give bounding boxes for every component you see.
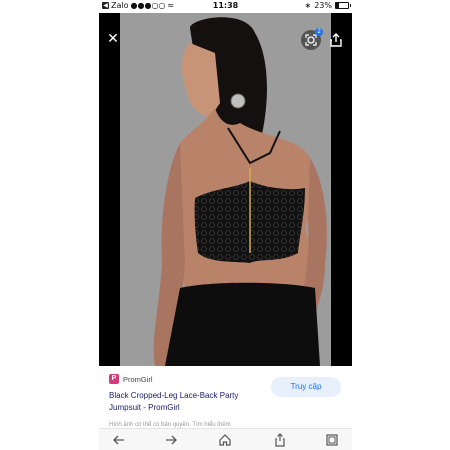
visit-button[interactable]: Truy cập (271, 377, 341, 397)
lens-icon (305, 34, 317, 46)
arrow-right-icon[interactable] (164, 433, 178, 447)
browser-toolbar (99, 428, 352, 450)
source-name: PromGirl (123, 374, 153, 384)
battery-icon (335, 2, 351, 9)
lens-button[interactable]: 2 (301, 28, 323, 50)
share-icon[interactable] (273, 433, 287, 447)
image-viewer[interactable]: ✕ 2 (99, 13, 352, 366)
source-row[interactable]: P PromGirl (109, 374, 153, 384)
product-photo[interactable] (120, 13, 331, 366)
photo-illustration (153, 17, 327, 366)
battery-fill (336, 3, 339, 8)
share-icon[interactable] (328, 32, 344, 48)
battery-percent: 23% (314, 1, 332, 10)
status-bar: ◀ Zalo ●●●○○ ≈ 11:38 ∗ 23% (99, 0, 352, 12)
status-right: ∗ 23% (304, 1, 351, 10)
lens-badge: 2 (315, 28, 323, 36)
close-icon[interactable]: ✕ (105, 30, 121, 46)
arrow-left-icon[interactable] (112, 433, 126, 447)
bluetooth-icon: ∗ (304, 1, 312, 10)
promgirl-logo-icon: P (109, 374, 119, 384)
result-title[interactable]: Black Cropped-Leg Lace-Back Party Jumpsu… (109, 390, 269, 414)
browser-screen: ◀ Zalo ●●●○○ ≈ 11:38 ∗ 23% ✕ 2 P PromGir… (99, 0, 352, 450)
home-icon[interactable] (218, 433, 232, 447)
result-card: P PromGirl Black Cropped-Leg Lace-Back P… (99, 366, 352, 428)
tabs-icon[interactable] (325, 433, 339, 447)
